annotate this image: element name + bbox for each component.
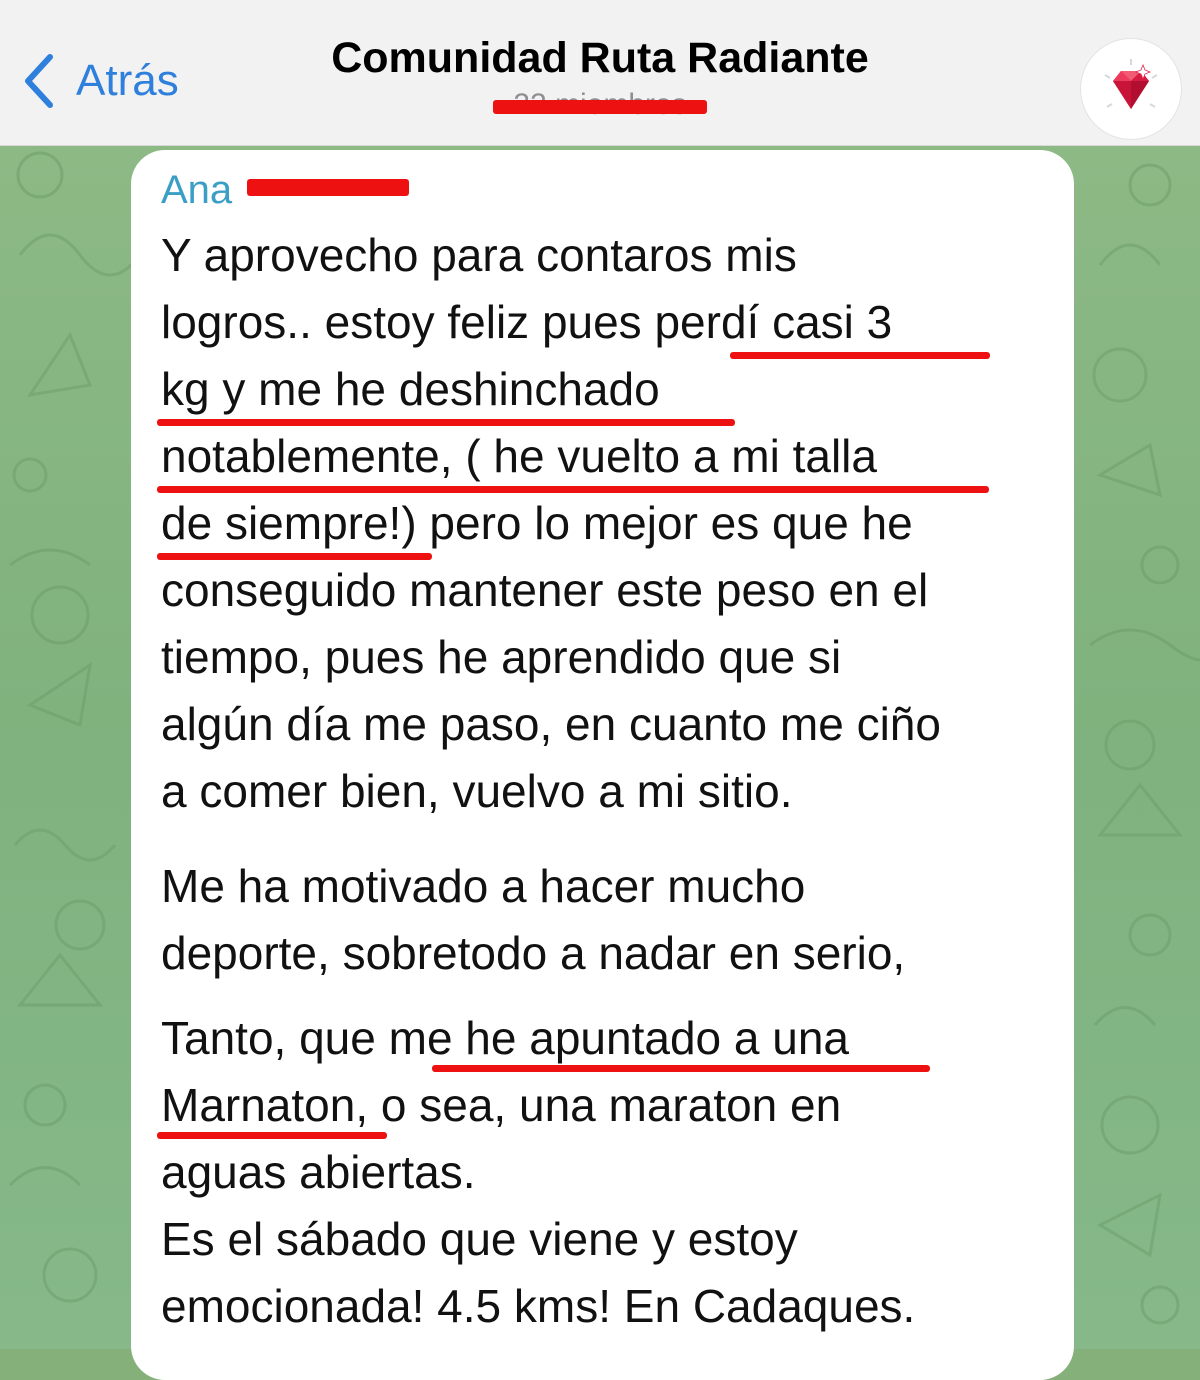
- sender-name[interactable]: Ana: [161, 168, 232, 213]
- message-line: logros.. estoy feliz pues perdí casi 3: [161, 296, 893, 348]
- back-label: Atrás: [76, 56, 179, 105]
- highlight-underline: [157, 553, 432, 560]
- chat-header: Atrás Comunidad Ruta Radiante 22 miembro…: [0, 0, 1200, 146]
- message-line: emocionada! 4.5 kms! En Cadaques.: [161, 1280, 916, 1332]
- message-line: Y aprovecho para contaros mis: [161, 229, 797, 281]
- message-line: algún día me paso, en cuanto me ciño: [161, 698, 941, 750]
- message-line: Marnaton, o sea, una maraton en: [161, 1079, 842, 1131]
- message-line: conseguido mantener este peso en el: [161, 564, 929, 616]
- redaction-mark: [493, 100, 707, 114]
- message-line: tiempo, pues he aprendido que si: [161, 631, 842, 683]
- chat-title[interactable]: Comunidad Ruta Radiante: [250, 34, 950, 83]
- back-button[interactable]: Atrás: [18, 46, 179, 116]
- message-line: Es el sábado que viene y estoy: [161, 1213, 798, 1265]
- highlight-underline: [157, 1132, 387, 1139]
- message-paragraph: Y aprovecho para contaros mis logros.. e…: [161, 222, 1051, 825]
- message-line: aguas abiertas.: [161, 1146, 476, 1198]
- message-line: Me ha motivado a hacer mucho: [161, 860, 806, 912]
- highlight-underline: [157, 419, 735, 426]
- ruby-gem-icon: [1104, 59, 1158, 109]
- message-paragraph: Tanto, que me he apuntado a una Marnaton…: [161, 1005, 1051, 1340]
- chevron-left-icon: [25, 54, 53, 108]
- highlight-underline: [157, 486, 989, 493]
- message-line: a comer bien, vuelvo a mi sitio.: [161, 765, 793, 817]
- message-line: notablemente, ( he vuelto a mi talla: [161, 430, 877, 482]
- message-line: kg y me he deshinchado: [161, 363, 660, 415]
- message-line: de siempre!) pero lo mejor es que he: [161, 497, 913, 549]
- highlight-underline: [730, 352, 990, 359]
- message-paragraph: Me ha motivado a hacer mucho deporte, so…: [161, 853, 1051, 987]
- message-line: deporte, sobretodo a nadar en serio,: [161, 927, 906, 979]
- group-avatar[interactable]: [1080, 38, 1182, 140]
- highlight-underline: [432, 1065, 930, 1072]
- message-line: Tanto, que me he apuntado a una: [161, 1012, 850, 1064]
- redaction-mark: [247, 179, 409, 196]
